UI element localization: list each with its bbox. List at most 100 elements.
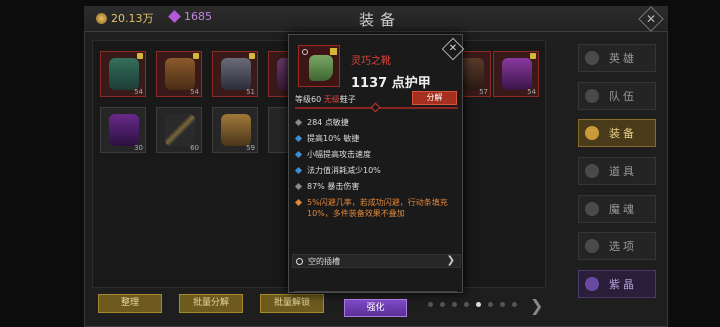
items-icon bbox=[585, 164, 599, 178]
stat-line: 87% 暴击伤害 bbox=[294, 181, 460, 192]
gem-counter: 1685 bbox=[168, 10, 212, 23]
stat-bullet-icon bbox=[294, 150, 303, 159]
team-icon bbox=[585, 89, 599, 103]
divider-ornament-icon bbox=[370, 102, 381, 113]
enhance-button[interactable]: 强化 bbox=[344, 299, 407, 317]
special-effect: 5%闪避几率，若成功闪避，行动条填充10%，多件装备效果不叠加 bbox=[294, 197, 455, 219]
lock-icon bbox=[330, 48, 337, 55]
item-level: 57 bbox=[479, 88, 488, 96]
sidebar-item-hero[interactable]: 英雄 bbox=[578, 44, 656, 72]
level-tag: 无级 bbox=[323, 95, 340, 104]
sidebar-item-label: 装备 bbox=[609, 127, 637, 140]
gem-icon bbox=[168, 10, 181, 23]
lock-icon bbox=[193, 53, 199, 59]
lock-icon bbox=[530, 53, 536, 59]
boots-item-icon bbox=[502, 58, 532, 90]
page-dot bbox=[488, 302, 493, 307]
page-dot-active bbox=[476, 302, 481, 307]
soul-icon bbox=[585, 202, 599, 216]
inventory-slot[interactable]: 54 bbox=[100, 51, 146, 97]
tooltip-item-icon bbox=[298, 45, 340, 87]
item-level-line: 等级60 无级鞋子 bbox=[295, 94, 356, 105]
stat-line: 小幅提高攻击速度 bbox=[294, 149, 460, 160]
boots-item-icon bbox=[109, 58, 139, 90]
inventory-slot[interactable]: 51 bbox=[212, 51, 258, 97]
batch-decompose-button[interactable]: 批量分解 bbox=[179, 294, 243, 313]
rarity-ring-icon bbox=[302, 49, 308, 55]
item-level: 51 bbox=[246, 88, 255, 96]
gold-coin-icon bbox=[96, 12, 107, 24]
sidebar-item-settings[interactable]: 选项 bbox=[578, 232, 656, 260]
sidebar-item-soul[interactable]: 魔魂 bbox=[578, 195, 656, 223]
stat-line: 法力值消耗减少10% bbox=[294, 165, 460, 176]
sidebar-item-label: 选项 bbox=[609, 240, 637, 253]
empty-socket-row[interactable]: 空的插槽 ❯ bbox=[292, 254, 461, 268]
lock-icon bbox=[137, 53, 143, 59]
close-icon: ✕ bbox=[645, 12, 657, 26]
tooltip-close-button[interactable]: ✕ bbox=[441, 37, 465, 61]
settings-icon bbox=[585, 239, 599, 253]
page-dot bbox=[428, 302, 433, 307]
stat-line: 提高10% 敏捷 bbox=[294, 133, 460, 144]
amethyst-icon bbox=[585, 277, 599, 291]
item-level: 60 bbox=[190, 144, 199, 152]
sidebar-item-amethyst[interactable]: 紫晶 bbox=[578, 270, 656, 298]
gem-amount: 1685 bbox=[184, 10, 212, 23]
inventory-slot[interactable]: 59 bbox=[212, 107, 258, 153]
item-tooltip: 灵巧之靴 1137 点护甲 ✕ 等级60 无级鞋子 分解 284 点敏捷 提高1… bbox=[288, 34, 465, 317]
item-type: 鞋子 bbox=[339, 95, 356, 104]
inventory-slot[interactable]: 60 bbox=[156, 107, 202, 153]
inventory-slot[interactable]: 54 bbox=[156, 51, 202, 97]
page-dot bbox=[464, 302, 469, 307]
sidebar-item-label: 英雄 bbox=[609, 52, 637, 65]
stat-bullet-icon bbox=[294, 166, 303, 175]
equipment-icon bbox=[585, 126, 599, 140]
item-level: 30 bbox=[134, 144, 143, 152]
chevron-right-icon: ❯ bbox=[446, 255, 455, 266]
hero-icon bbox=[585, 51, 599, 65]
close-icon: ✕ bbox=[448, 43, 458, 54]
sidebar-item-equipment[interactable]: 装备 bbox=[578, 119, 656, 147]
special-effect-text: 5%闪避几率，若成功闪避，行动条填充10%，多件装备效果不叠加 bbox=[307, 198, 448, 218]
cloak-item-icon bbox=[109, 114, 139, 146]
sidebar-item-team[interactable]: 队伍 bbox=[578, 82, 656, 110]
lock-icon bbox=[249, 53, 255, 59]
socket-icon bbox=[296, 257, 303, 265]
sidebar-item-label: 紫晶 bbox=[609, 278, 637, 291]
gold-counter: 20.13万 bbox=[96, 10, 154, 26]
socket-label: 空的插槽 bbox=[308, 256, 340, 266]
level-text: 等级60 bbox=[295, 95, 322, 104]
page-dot bbox=[512, 302, 517, 307]
next-page-arrow-icon[interactable]: ❯ bbox=[530, 296, 543, 315]
sort-button[interactable]: 整理 bbox=[98, 294, 162, 313]
stat-line: 284 点敏捷 bbox=[294, 117, 460, 128]
item-level: 59 bbox=[246, 144, 255, 152]
decompose-button[interactable]: 分解 bbox=[412, 91, 457, 105]
gold-amount: 20.13万 bbox=[111, 12, 154, 25]
sidebar-item-label: 道具 bbox=[609, 165, 637, 178]
helmet-item-icon bbox=[221, 114, 251, 146]
item-armor: 1137 点护甲 bbox=[351, 76, 431, 91]
page-dot bbox=[440, 302, 445, 307]
page-dot bbox=[500, 302, 505, 307]
stat-text: 法力值消耗减少10% bbox=[307, 166, 381, 175]
divider bbox=[294, 291, 457, 292]
boots-icon bbox=[309, 55, 333, 81]
stat-text: 提高10% 敏捷 bbox=[307, 134, 360, 143]
item-level: 54 bbox=[134, 88, 143, 96]
stat-bullet-icon bbox=[294, 134, 303, 143]
inventory-slot[interactable]: 54 bbox=[493, 51, 539, 97]
stat-bullet-icon bbox=[294, 118, 303, 127]
armor-item-icon bbox=[165, 58, 195, 90]
stat-text: 小幅提高攻击速度 bbox=[307, 150, 371, 159]
item-level: 54 bbox=[527, 88, 536, 96]
helmet-item-icon bbox=[221, 58, 251, 90]
batch-unlock-button[interactable]: 批量解锁 bbox=[260, 294, 324, 313]
page-dot bbox=[452, 302, 457, 307]
inventory-slot[interactable]: 30 bbox=[100, 107, 146, 153]
sidebar-item-label: 魔魂 bbox=[609, 203, 637, 216]
sidebar-item-label: 队伍 bbox=[609, 90, 637, 103]
item-level: 54 bbox=[190, 88, 199, 96]
sidebar-item-items[interactable]: 道具 bbox=[578, 157, 656, 185]
stat-text: 87% 暴击伤害 bbox=[307, 182, 360, 191]
